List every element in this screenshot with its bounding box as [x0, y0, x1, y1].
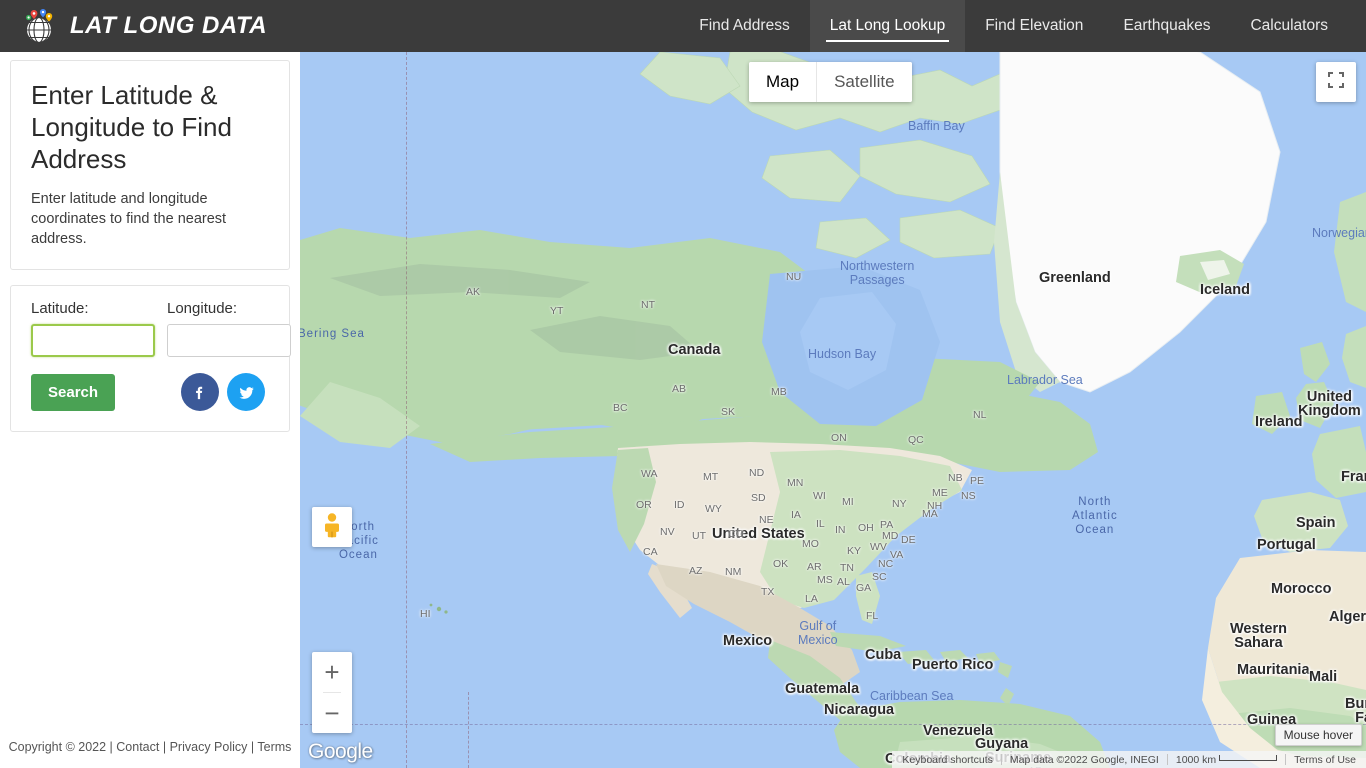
- facebook-icon[interactable]: [181, 373, 219, 411]
- page-title: Enter Latitude & Longitude to Find Addre…: [31, 80, 232, 174]
- footer-copyright: Copyright © 2022: [8, 740, 107, 754]
- map-type-map-button[interactable]: Map: [749, 62, 817, 102]
- footer-sep-3: |: [250, 740, 255, 754]
- footer-link-contact[interactable]: Contact: [116, 740, 159, 754]
- site-header: LAT LONG DATA Find Address Lat Long Look…: [0, 0, 1366, 52]
- social-links: [181, 373, 269, 411]
- keyboard-shortcuts-link[interactable]: Keyboard shortcuts: [896, 754, 998, 766]
- coordinate-fields: Latitude: Longitude:: [31, 300, 291, 357]
- nav-item-earthquakes[interactable]: Earthquakes: [1103, 0, 1230, 52]
- zoom-controls: + −: [312, 652, 352, 733]
- zoom-out-button[interactable]: −: [312, 693, 352, 733]
- longitude-field-group: Longitude:: [167, 300, 291, 357]
- google-logo[interactable]: Google: [308, 740, 373, 764]
- page-description: Enter latitude and longitude coordinates…: [31, 191, 227, 247]
- nav-item-calculators[interactable]: Calculators: [1230, 0, 1348, 52]
- intro-card: Enter Latitude & Longitude to Find Addre…: [10, 60, 290, 270]
- map-geography: [300, 52, 1366, 768]
- mouse-hover-tooltip: Mouse hover: [1274, 724, 1362, 746]
- zoom-in-button[interactable]: +: [312, 652, 352, 692]
- street-view-pegman-icon: [320, 512, 344, 543]
- map-attribution-bar: Keyboard shortcuts Map data ©2022 Google…: [892, 751, 1366, 768]
- map-data-credit: Map data ©2022 Google, INEGI: [1009, 753, 1159, 766]
- footer-sep-2: |: [162, 740, 167, 754]
- attribution-divider-1: [1000, 754, 1002, 765]
- search-button[interactable]: Search: [31, 373, 116, 411]
- terms-of-use-link[interactable]: Terms of Use: [1288, 754, 1362, 766]
- footer-link-terms[interactable]: Terms: [257, 740, 291, 754]
- latitude-input[interactable]: [31, 324, 155, 357]
- nav-item-lat-long-lookup[interactable]: Lat Long Lookup: [809, 0, 966, 52]
- sidebar: Enter Latitude & Longitude to Find Addre…: [0, 52, 300, 768]
- map-canvas[interactable]: North Pacific Ocean North Atlantic Ocean B…: [300, 52, 1366, 768]
- fullscreen-icon: [1327, 71, 1345, 94]
- map-type-satellite-button[interactable]: Satellite: [816, 62, 912, 102]
- brand-logo[interactable]: LAT LONG DATA: [0, 0, 267, 52]
- attribution-divider-3: [1285, 754, 1287, 765]
- attribution-divider-2: [1166, 754, 1168, 765]
- longitude-input[interactable]: [167, 324, 291, 357]
- nav-item-find-address[interactable]: Find Address: [679, 0, 809, 52]
- footer: Copyright © 2022 | Contact | Privacy Pol…: [0, 740, 300, 754]
- map-type-control: Map Satellite: [749, 62, 912, 102]
- brand-name: LAT LONG DATA: [70, 12, 268, 39]
- map-scale-label: 1000 km: [1175, 753, 1217, 766]
- form-actions: Search: [31, 373, 269, 411]
- latitude-field-group: Latitude:: [31, 300, 155, 357]
- coordinate-form-card: Latitude: Longitude: Search: [10, 285, 291, 432]
- globe-pins-icon: [22, 7, 60, 45]
- twitter-icon[interactable]: [227, 373, 265, 411]
- footer-link-privacy-policy[interactable]: Privacy Policy: [170, 740, 248, 754]
- map-scale: 1000 km: [1170, 754, 1283, 766]
- latitude-label: Latitude:: [31, 300, 89, 317]
- main-navigation: Find Address Lat Long Lookup Find Elevat…: [679, 0, 1366, 52]
- nav-item-find-elevation[interactable]: Find Elevation: [965, 0, 1103, 52]
- fullscreen-button[interactable]: [1316, 62, 1356, 102]
- street-view-pegman-button[interactable]: [312, 507, 352, 547]
- map-scale-bar: [1219, 754, 1278, 761]
- footer-sep-1: |: [109, 740, 113, 754]
- longitude-label: Longitude:: [167, 300, 238, 317]
